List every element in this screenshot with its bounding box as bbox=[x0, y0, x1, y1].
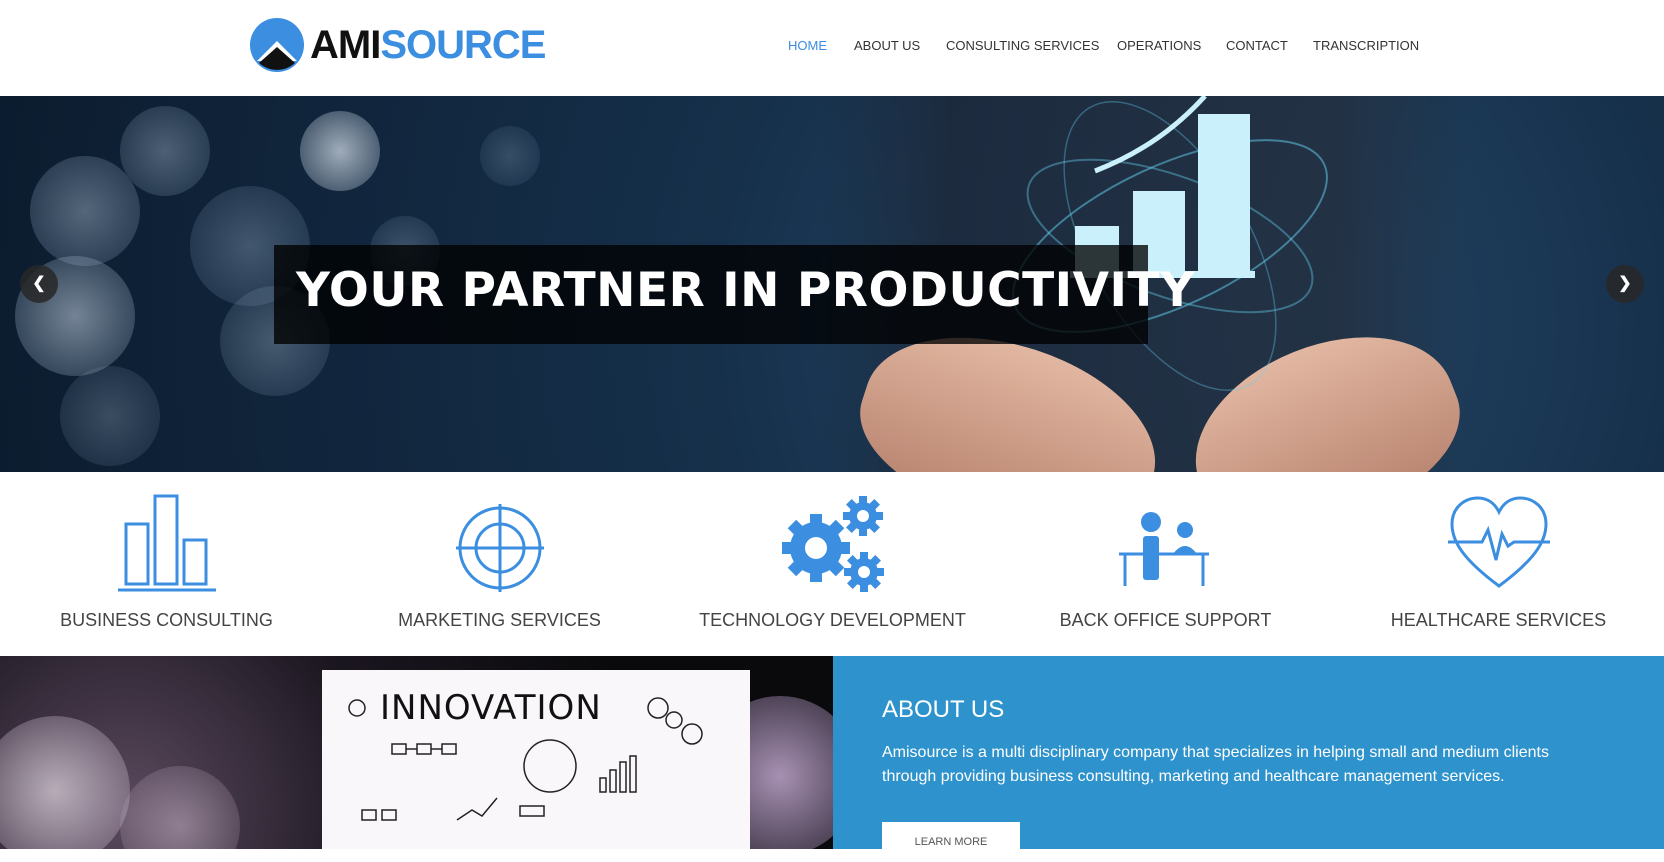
service-label: TECHNOLOGY DEVELOPMENT bbox=[699, 610, 966, 630]
slider-next-button[interactable]: ❯ bbox=[1606, 265, 1644, 303]
sketch-icons bbox=[348, 697, 703, 821]
chevron-left-icon: ❮ bbox=[32, 275, 46, 292]
hero-caption-text: YOUR PARTNER IN PRODUCTIVITY bbox=[296, 263, 1195, 318]
logo-mark-icon bbox=[250, 18, 304, 72]
services-row: BUSINESS CONSULTING MARKETING SERVICES T… bbox=[0, 472, 1664, 656]
hero-caption: YOUR PARTNER IN PRODUCTIVITY bbox=[274, 245, 1194, 344]
service-label: BUSINESS CONSULTING bbox=[60, 610, 273, 630]
office-people-icon bbox=[1118, 512, 1209, 586]
nav-operations[interactable]: OPERATIONS bbox=[1117, 38, 1201, 53]
service-healthcare-services[interactable]: HEALTHCARE SERVICES bbox=[1332, 472, 1664, 656]
site-header: AMISOURCE HOME ABOUT US CONSULTING SERVI… bbox=[0, 0, 1664, 96]
service-marketing-services[interactable]: MARKETING SERVICES bbox=[333, 472, 666, 656]
service-label: BACK OFFICE SUPPORT bbox=[1059, 610, 1272, 630]
service-label: MARKETING SERVICES bbox=[398, 610, 601, 630]
nav-about-us[interactable]: ABOUT US bbox=[854, 38, 920, 53]
heart-pulse-icon bbox=[1447, 496, 1550, 588]
about-title: ABOUT US bbox=[882, 696, 1005, 723]
learn-more-button[interactable]: LEARN MORE bbox=[882, 822, 1020, 862]
bar-chart-icon bbox=[117, 494, 216, 592]
nav-consulting-services[interactable]: CONSULTING SERVICES bbox=[946, 38, 1099, 53]
service-back-office-support[interactable]: BACK OFFICE SUPPORT bbox=[999, 472, 1332, 656]
nav-transcription[interactable]: TRANSCRIPTION bbox=[1313, 38, 1419, 53]
gears-icon bbox=[781, 496, 884, 592]
service-technology-development[interactable]: TECHNOLOGY DEVELOPMENT bbox=[666, 472, 999, 656]
whiteboard: INNOVATION bbox=[322, 670, 750, 849]
logo-text-part1: AMI bbox=[310, 23, 381, 67]
nav-contact[interactable]: CONTACT bbox=[1226, 38, 1288, 53]
innovation-image: INNOVATION bbox=[0, 656, 833, 849]
about-text: Amisource is a multi disciplinary compan… bbox=[882, 744, 1549, 785]
chevron-right-icon: ❯ bbox=[1618, 275, 1632, 292]
slider-prev-button[interactable]: ❮ bbox=[20, 265, 58, 303]
logo-text: AMISOURCE bbox=[310, 23, 546, 67]
nav-home[interactable]: HOME bbox=[788, 38, 827, 53]
service-business-consulting[interactable]: BUSINESS CONSULTING bbox=[0, 472, 333, 656]
service-label: HEALTHCARE SERVICES bbox=[1390, 610, 1607, 630]
target-icon bbox=[455, 504, 544, 592]
logo[interactable]: AMISOURCE bbox=[249, 17, 546, 73]
hero-slider: YOUR PARTNER IN PRODUCTIVITY ❮ ❯ bbox=[0, 96, 1664, 472]
about-section: ABOUT US Amisource is a multi disciplina… bbox=[833, 656, 1664, 862]
logo-text-part2: SOURCE bbox=[380, 23, 546, 67]
